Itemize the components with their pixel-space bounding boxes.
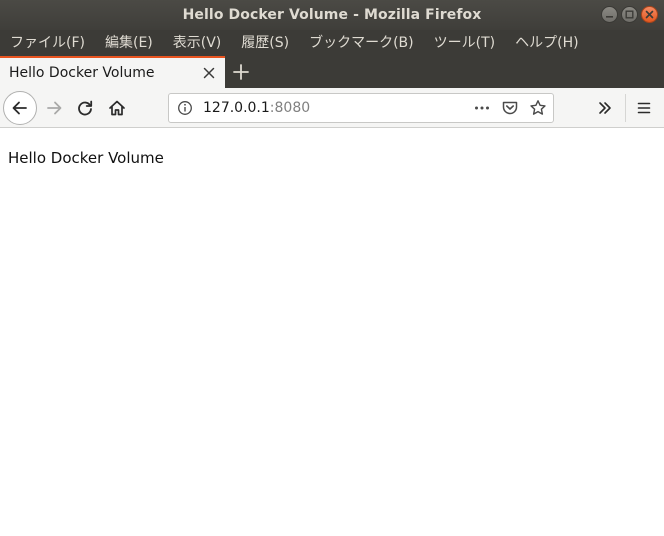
minimize-icon — [606, 16, 613, 18]
plus-icon — [233, 64, 249, 80]
tab-strip: Hello Docker Volume — [0, 56, 664, 88]
home-button[interactable] — [101, 92, 133, 124]
pocket-button[interactable] — [499, 97, 521, 119]
menu-help[interactable]: ヘルプ(H) — [505, 30, 588, 56]
maximize-button[interactable] — [621, 6, 638, 23]
minimize-button[interactable] — [601, 6, 618, 23]
bookmark-button[interactable] — [527, 97, 549, 119]
forward-button[interactable] — [38, 92, 70, 124]
menu-history[interactable]: 履歴(S) — [231, 30, 299, 56]
tab-label: Hello Docker Volume — [9, 65, 155, 81]
page-text: Hello Docker Volume — [8, 149, 164, 167]
menu-tools[interactable]: ツール(T) — [424, 30, 505, 56]
menu-bookmarks[interactable]: ブックマーク(B) — [299, 30, 424, 56]
app-menu-button[interactable] — [628, 92, 660, 124]
close-icon — [645, 10, 654, 19]
star-icon — [530, 100, 546, 115]
pocket-icon — [502, 101, 518, 115]
browser-window: Hello Docker Volume - Mozilla Firefox ファ… — [0, 0, 664, 536]
menu-bar: ファイル(F) 編集(E) 表示(V) 履歴(S) ブックマーク(B) ツール(… — [0, 30, 664, 56]
home-icon — [109, 100, 125, 116]
back-button[interactable] — [3, 91, 37, 125]
url-bar[interactable]: 127.0.0.1:8080 — [168, 93, 554, 123]
menu-view[interactable]: 表示(V) — [163, 30, 232, 56]
menu-edit[interactable]: 編集(E) — [95, 30, 163, 56]
navigation-toolbar: 127.0.0.1:8080 — [0, 88, 664, 128]
reload-button[interactable] — [69, 92, 101, 124]
title-bar: Hello Docker Volume - Mozilla Firefox — [0, 0, 664, 30]
toolbar-separator — [625, 94, 626, 122]
overflow-menu-button[interactable] — [589, 92, 621, 124]
close-icon — [203, 67, 215, 79]
arrow-right-icon — [47, 101, 62, 115]
tab-close-button[interactable] — [202, 66, 216, 80]
url-host: 127.0.0.1 — [203, 100, 270, 116]
menu-file[interactable]: ファイル(F) — [0, 30, 95, 56]
url-text[interactable]: 127.0.0.1:8080 — [203, 94, 310, 122]
page-actions-button[interactable] — [471, 97, 493, 119]
new-tab-button[interactable] — [229, 60, 253, 84]
chevron-double-right-icon — [599, 102, 611, 114]
arrow-left-icon — [12, 101, 27, 115]
window-controls — [601, 6, 658, 24]
ellipsis-icon — [475, 106, 489, 110]
info-icon[interactable] — [177, 100, 193, 116]
hamburger-icon — [637, 102, 651, 114]
window-title: Hello Docker Volume - Mozilla Firefox — [182, 7, 482, 23]
url-port: :8080 — [269, 100, 311, 116]
close-window-button[interactable] — [641, 6, 658, 23]
page-content: Hello Docker Volume — [0, 128, 664, 536]
url-actions — [471, 97, 549, 119]
reload-icon — [78, 100, 93, 116]
tab-active[interactable]: Hello Docker Volume — [0, 56, 225, 88]
maximize-icon — [625, 10, 634, 19]
